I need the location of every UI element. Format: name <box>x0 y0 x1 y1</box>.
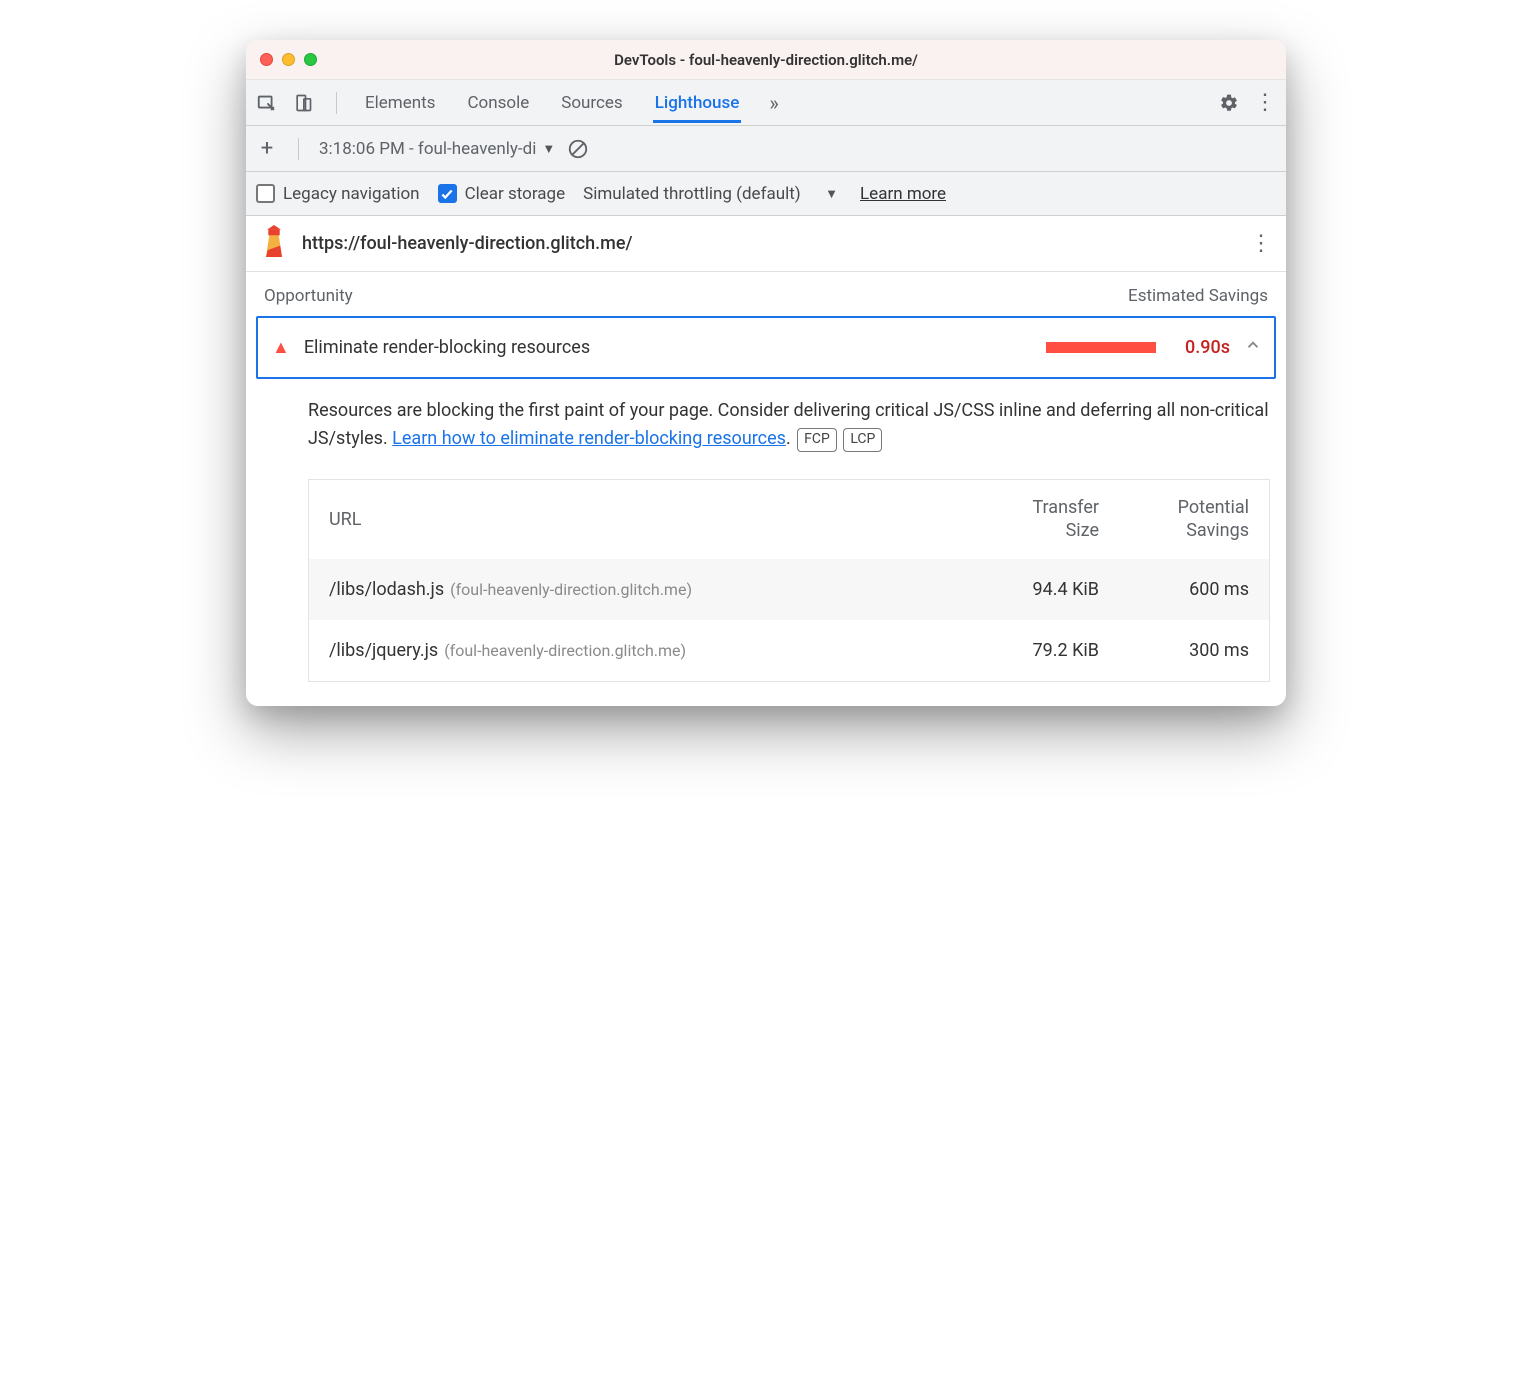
divider <box>298 138 299 160</box>
tabs-overflow-icon[interactable]: » <box>769 91 778 115</box>
clear-storage-option[interactable]: Clear storage <box>438 184 566 204</box>
session-label: 3:18:06 PM - foul-heavenly-di <box>319 139 536 159</box>
desc-post: . <box>786 428 791 449</box>
devtools-window: DevTools - foul-heavenly-direction.glitc… <box>246 40 1286 706</box>
resource-savings: 600 ms <box>1099 579 1249 600</box>
tab-console[interactable]: Console <box>465 83 531 123</box>
opportunity-description: Resources are blocking the first paint o… <box>246 379 1286 471</box>
inspect-element-icon[interactable] <box>256 92 278 114</box>
window-title: DevTools - foul-heavenly-direction.glitc… <box>246 51 1286 69</box>
legacy-nav-checkbox[interactable] <box>256 184 275 203</box>
throttle-label: Simulated throttling (default) <box>583 184 801 204</box>
legacy-nav-option[interactable]: Legacy navigation <box>256 184 420 204</box>
divider <box>336 92 337 114</box>
opportunity-columns-header: Opportunity Estimated Savings <box>246 272 1286 316</box>
table-row[interactable]: /libs/jquery.js (foul-heavenly-direction… <box>309 620 1269 681</box>
legacy-nav-label: Legacy navigation <box>283 184 420 204</box>
tab-sources[interactable]: Sources <box>559 83 624 123</box>
lighthouse-toolbar: + 3:18:06 PM - foul-heavenly-di ▼ <box>246 126 1286 172</box>
savings-bar <box>1046 342 1156 353</box>
resource-transfer: 94.4 KiB <box>949 579 1099 600</box>
desc-learn-link[interactable]: Learn how to eliminate render-blocking r… <box>392 428 786 449</box>
th-transfer: TransferSize <box>949 496 1099 543</box>
report-url-header: https://foul-heavenly-direction.glitch.m… <box>246 216 1286 272</box>
resource-path: /libs/lodash.js <box>329 579 444 600</box>
fail-triangle-icon: ▲ <box>272 337 290 358</box>
th-url: URL <box>329 509 949 530</box>
tab-elements[interactable]: Elements <box>363 83 437 123</box>
col-opportunity: Opportunity <box>264 286 353 306</box>
chevron-up-icon[interactable] <box>1244 336 1262 359</box>
resources-table: URL TransferSize PotentialSavings /libs/… <box>308 479 1270 682</box>
tab-lighthouse[interactable]: Lighthouse <box>653 83 742 123</box>
main-tab-row: Elements Console Sources Lighthouse » ⋮ <box>246 80 1286 126</box>
caret-down-icon: ▼ <box>542 141 555 157</box>
lighthouse-icon <box>260 225 288 262</box>
th-savings: PotentialSavings <box>1099 496 1249 543</box>
resource-host: (foul-heavenly-direction.glitch.me) <box>450 580 692 599</box>
savings-value: 0.90s <box>1170 337 1230 358</box>
pill-fcp: FCP <box>797 428 837 452</box>
table-row[interactable]: /libs/lodash.js (foul-heavenly-direction… <box>309 559 1269 620</box>
resource-path: /libs/jquery.js <box>329 640 438 661</box>
resource-host: (foul-heavenly-direction.glitch.me) <box>444 641 686 660</box>
clear-icon[interactable] <box>567 138 589 160</box>
pill-lcp: LCP <box>843 428 882 452</box>
new-report-plus-icon[interactable]: + <box>256 138 278 160</box>
opportunity-row[interactable]: ▲ Eliminate render-blocking resources 0.… <box>256 316 1276 379</box>
col-savings: Estimated Savings <box>1128 286 1268 306</box>
table-header-row: URL TransferSize PotentialSavings <box>309 480 1269 559</box>
lighthouse-options: Legacy navigation Clear storage Simulate… <box>246 172 1286 216</box>
clear-storage-checkbox[interactable] <box>438 184 457 203</box>
report-url: https://foul-heavenly-direction.glitch.m… <box>302 233 1236 254</box>
report-menu-icon[interactable]: ⋮ <box>1250 233 1272 255</box>
more-menu-icon[interactable]: ⋮ <box>1254 92 1276 114</box>
throttle-select[interactable]: Simulated throttling (default) ▼ <box>583 184 838 204</box>
opportunity-title: Eliminate render-blocking resources <box>304 337 590 358</box>
title-bar: DevTools - foul-heavenly-direction.glitc… <box>246 40 1286 80</box>
device-toolbar-icon[interactable] <box>292 92 314 114</box>
settings-gear-icon[interactable] <box>1218 92 1240 114</box>
learn-more-link[interactable]: Learn more <box>860 184 946 204</box>
clear-storage-label: Clear storage <box>465 184 566 204</box>
caret-down-icon: ▼ <box>825 186 838 202</box>
tabs: Elements Console Sources Lighthouse » <box>363 83 1218 123</box>
report-session-select[interactable]: 3:18:06 PM - foul-heavenly-di ▼ <box>319 139 555 159</box>
resource-savings: 300 ms <box>1099 640 1249 661</box>
resource-transfer: 79.2 KiB <box>949 640 1099 661</box>
